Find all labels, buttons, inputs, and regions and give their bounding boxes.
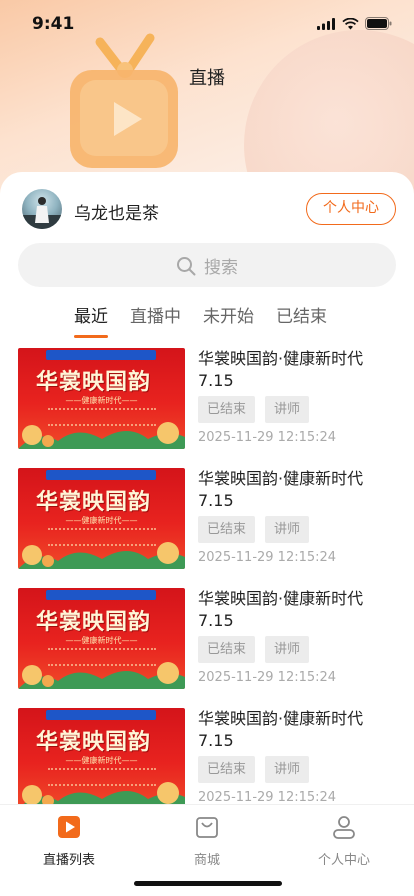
live-list: 华裳映国韵 ——健康新时代—— 华裳映国韵·健康新时代7.15 已结束 讲师 2… [18, 348, 396, 828]
thumbnail-subtitle: ——健康新时代—— [65, 516, 138, 525]
item-title: 华裳映国韵·健康新时代7.15 [198, 349, 364, 390]
item-title: 华裳映国韵·健康新时代7.15 [198, 469, 364, 510]
list-item[interactable]: 华裳映国韵 ——健康新时代—— 华裳映国韵·健康新时代7.15 已结束 讲师 2… [18, 348, 396, 468]
search-placeholder: 搜索 [204, 258, 238, 278]
search-icon [177, 256, 196, 275]
tabbar-label: 个人中心 [317, 853, 370, 868]
flower-decoration-icon [18, 662, 185, 689]
filter-tabs: 最近 直播中 未开始 已结束 [74, 302, 327, 338]
thumbnail-subtitle: ——健康新时代—— [65, 636, 138, 645]
thumbnail-subtitle: ——健康新时代—— [65, 396, 138, 405]
status-bar: 9:41 [0, 0, 414, 48]
personal-center-button[interactable]: 个人中心 [306, 193, 396, 225]
role-badge: 讲师 [265, 636, 310, 663]
live-thumbnail[interactable]: 华裳映国韵 ——健康新时代—— [18, 588, 185, 689]
item-time: 2025-11-29 12:15:24 [198, 670, 337, 685]
thumbnail-title: 华裳映国韵 [36, 369, 152, 395]
status-icons [317, 17, 392, 30]
live-thumbnail[interactable]: 华裳映国韵 ——健康新时代—— [18, 348, 185, 449]
status-badge: 已结束 [198, 636, 256, 663]
tabbar-item-live-list[interactable]: 直播列表 [19, 815, 119, 868]
signal-icon [317, 17, 335, 30]
status-time: 9:41 [32, 14, 75, 34]
item-time: 2025-11-29 12:15:24 [198, 430, 337, 445]
avatar-figure-icon [22, 197, 62, 229]
role-badge: 讲师 [265, 516, 310, 543]
thumbnail-banner [46, 590, 156, 600]
status-badge: 已结束 [198, 516, 256, 543]
item-title: 华裳映国韵·健康新时代7.15 [198, 709, 364, 750]
username: 乌龙也是茶 [74, 204, 159, 224]
tabbar-item-mall[interactable]: 商城 [157, 815, 257, 868]
home-indicator [134, 881, 282, 886]
search-input[interactable]: 搜索 [18, 243, 396, 287]
tabbar-item-personal-center[interactable]: 个人中心 [294, 815, 394, 868]
person-icon [333, 816, 355, 839]
thumbnail-title: 华裳映国韵 [36, 609, 152, 635]
role-badge: 讲师 [265, 396, 310, 423]
item-tags: 已结束 讲师 [198, 756, 310, 783]
thumbnail-title: 华裳映国韵 [36, 729, 152, 755]
avatar[interactable] [22, 189, 62, 229]
tab-not-started[interactable]: 未开始 [203, 302, 254, 335]
item-title: 华裳映国韵·健康新时代7.15 [198, 589, 364, 630]
tabbar-label: 直播列表 [42, 853, 95, 868]
live-thumbnail[interactable]: 华裳映国韵 ——健康新时代—— [18, 468, 185, 569]
tab-recent[interactable]: 最近 [74, 302, 108, 338]
shopping-bag-icon [196, 817, 218, 838]
item-tags: 已结束 讲师 [198, 636, 310, 663]
thumbnail-title: 华裳映国韵 [36, 489, 152, 515]
search-content: 搜索 [176, 253, 238, 278]
thumbnail-banner [46, 350, 156, 360]
status-badge: 已结束 [198, 396, 256, 423]
thumbnail-banner [46, 470, 156, 480]
item-tags: 已结束 讲师 [198, 396, 310, 423]
list-item[interactable]: 华裳映国韵 ——健康新时代—— 华裳映国韵·健康新时代7.15 已结束 讲师 2… [18, 468, 396, 588]
battery-icon [365, 17, 392, 30]
live-thumbnail[interactable]: 华裳映国韵 ——健康新时代—— [18, 708, 185, 809]
item-time: 2025-11-29 12:15:24 [198, 550, 337, 565]
page-title: 直播 [189, 68, 225, 89]
list-item[interactable]: 华裳映国韵 ——健康新时代—— 华裳映国韵·健康新时代7.15 已结束 讲师 2… [18, 588, 396, 708]
thumbnail-subtitle: ——健康新时代—— [65, 756, 138, 765]
tv-illustration-icon [70, 33, 178, 168]
tabbar-label: 商城 [193, 853, 220, 868]
live-play-icon [58, 816, 80, 838]
item-time: 2025-11-29 12:15:24 [198, 790, 337, 805]
tab-live[interactable]: 直播中 [130, 302, 181, 335]
flower-decoration-icon [18, 542, 185, 569]
item-tags: 已结束 讲师 [198, 516, 310, 543]
wifi-icon [342, 17, 359, 29]
status-badge: 已结束 [198, 756, 256, 783]
profile-row: 乌龙也是茶 个人中心 [22, 189, 396, 231]
role-badge: 讲师 [265, 756, 310, 783]
thumbnail-banner [46, 710, 156, 720]
flower-decoration-icon [18, 422, 185, 449]
tab-ended[interactable]: 已结束 [276, 302, 327, 335]
